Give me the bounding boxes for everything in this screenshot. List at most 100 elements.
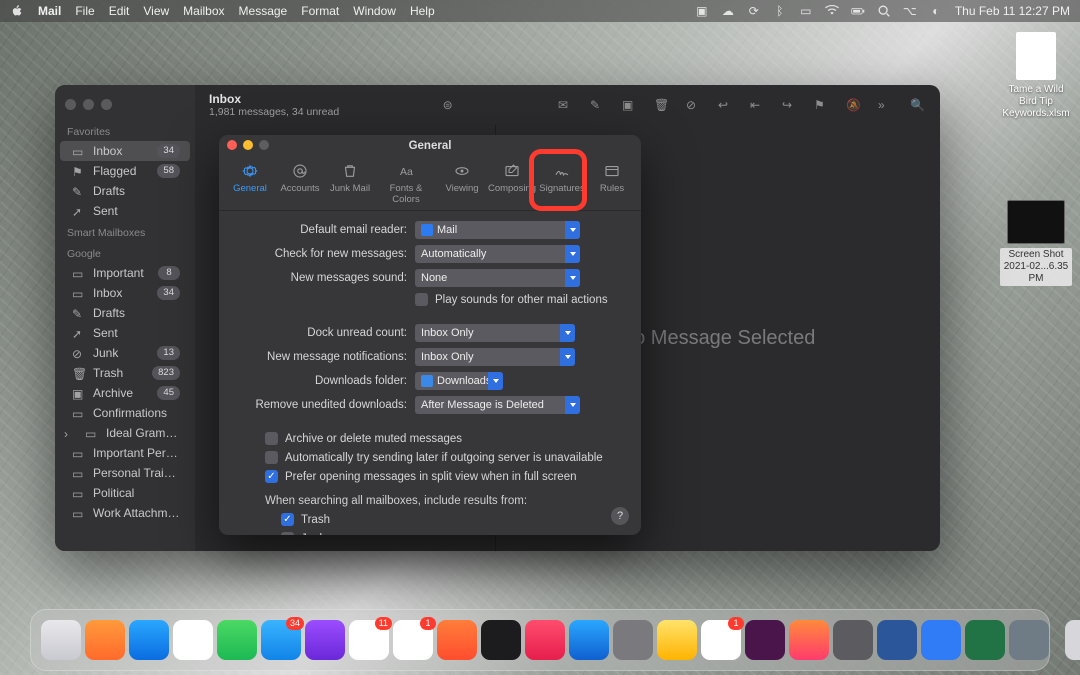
- app-name[interactable]: Mail: [38, 4, 61, 18]
- dock-messenger[interactable]: [701, 620, 741, 660]
- dock-word[interactable]: [877, 620, 917, 660]
- mute-icon[interactable]: 🔕: [846, 98, 862, 112]
- sidebar-item-archive[interactable]: ▣Archive45: [60, 383, 190, 403]
- cloud-icon[interactable]: ☁: [721, 4, 735, 18]
- menu-message[interactable]: Message: [239, 4, 288, 18]
- dock-chrome[interactable]: [173, 620, 213, 660]
- tab-composing[interactable]: Composing: [487, 159, 537, 210]
- filter-icon[interactable]: ⊜: [443, 98, 469, 112]
- window-controls[interactable]: [55, 93, 195, 120]
- menu-window[interactable]: Window: [353, 4, 396, 18]
- archive-icon[interactable]: ▣: [622, 98, 638, 112]
- select-new-sound[interactable]: None: [415, 269, 580, 287]
- menu-help[interactable]: Help: [410, 4, 435, 18]
- dock-music[interactable]: [525, 620, 565, 660]
- apple-menu-icon[interactable]: [10, 4, 24, 18]
- dock-finder[interactable]: [41, 620, 81, 660]
- dock-tv[interactable]: [481, 620, 521, 660]
- dock-appstore[interactable]: [569, 620, 609, 660]
- dock-downloads[interactable]: [1065, 620, 1080, 660]
- tab-junk-mail[interactable]: Junk Mail: [325, 159, 375, 210]
- sidebar-item-inbox-g[interactable]: ▭Inbox34: [60, 283, 190, 303]
- search-icon[interactable]: [877, 4, 891, 18]
- wifi-icon[interactable]: [825, 4, 839, 18]
- dock-reminders[interactable]: [393, 620, 433, 660]
- sidebar-item-drafts[interactable]: ✎Drafts: [60, 181, 190, 201]
- checkbox-search-trash[interactable]: Trash: [235, 513, 625, 526]
- tab-fonts-colors[interactable]: AaFonts & Colors: [375, 159, 437, 210]
- tab-signatures[interactable]: Signatures: [537, 159, 587, 210]
- sidebar-item-personal-training[interactable]: ▭Personal Training: [60, 463, 190, 483]
- menu-view[interactable]: View: [143, 4, 169, 18]
- dock-launchpad[interactable]: [85, 620, 125, 660]
- sidebar-item-drafts-g[interactable]: ✎Drafts: [60, 303, 190, 323]
- tab-accounts[interactable]: Accounts: [275, 159, 325, 210]
- select-default-reader[interactable]: Mail: [415, 221, 580, 239]
- checkbox-split-view[interactable]: Prefer opening messages in split view wh…: [235, 470, 625, 483]
- tab-viewing[interactable]: Viewing: [437, 159, 487, 210]
- video-icon[interactable]: ▣: [695, 4, 709, 18]
- sidebar-item-political[interactable]: ▭Political: [60, 483, 190, 503]
- select-remove-downloads[interactable]: After Message is Deleted: [415, 396, 580, 414]
- sidebar-item-important[interactable]: ▭Important8: [60, 263, 190, 283]
- help-button[interactable]: ?: [611, 507, 629, 525]
- display-icon[interactable]: ▭: [799, 4, 813, 18]
- compose-icon[interactable]: ✎: [590, 98, 606, 112]
- battery-icon[interactable]: [851, 4, 865, 18]
- bluetooth-icon[interactable]: ᛒ: [773, 4, 787, 18]
- prefs-titlebar[interactable]: General: [219, 135, 641, 157]
- sidebar-item-sent-g[interactable]: ➚Sent: [60, 323, 190, 343]
- sync-icon[interactable]: ⟳: [747, 4, 761, 18]
- desktop-file-xlsm[interactable]: Tame a Wild Bird Tip Keywords.xlsm: [1000, 32, 1072, 120]
- trash-icon[interactable]: 🗑: [654, 98, 670, 112]
- menu-format[interactable]: Format: [301, 4, 339, 18]
- checkbox-archive-muted[interactable]: Archive or delete muted messages: [235, 432, 625, 445]
- tab-general[interactable]: General: [225, 159, 275, 210]
- dock-excel[interactable]: [965, 620, 1005, 660]
- tab-rules[interactable]: Rules: [587, 159, 637, 210]
- sidebar-item-flagged[interactable]: ⚑Flagged58: [60, 161, 190, 181]
- sidebar-item-inbox[interactable]: ▭Inbox34: [60, 141, 190, 161]
- dock-books[interactable]: [437, 620, 477, 660]
- sidebar-item-trash[interactable]: 🗑Trash823: [60, 363, 190, 383]
- window-controls[interactable]: [227, 140, 269, 150]
- sidebar-item-ideal-grammar[interactable]: ›▭Ideal Grammar: [60, 423, 190, 443]
- siri-icon[interactable]: ◐: [929, 4, 943, 18]
- desktop-file-screenshot[interactable]: Screen Shot2021-02...6.35 PM: [1000, 200, 1072, 286]
- select-dock-count[interactable]: Inbox Only: [415, 324, 575, 342]
- select-notifications[interactable]: Inbox Only: [415, 348, 575, 366]
- sidebar-item-sent[interactable]: ➚Sent: [60, 201, 190, 221]
- checkbox-search-junk[interactable]: Junk: [235, 532, 625, 535]
- sidebar-item-confirmations[interactable]: ▭Confirmations: [60, 403, 190, 423]
- dock-zoom[interactable]: [921, 620, 961, 660]
- select-check-messages[interactable]: Automatically: [415, 245, 580, 263]
- sidebar-item-junk[interactable]: ⊘Junk13: [60, 343, 190, 363]
- dock-slack[interactable]: [745, 620, 785, 660]
- forward-icon[interactable]: ↪: [782, 98, 798, 112]
- menu-mailbox[interactable]: Mailbox: [183, 4, 224, 18]
- sidebar-item-work-attachments[interactable]: ▭Work Attachments: [60, 503, 190, 523]
- search-icon[interactable]: 🔍: [910, 98, 926, 112]
- envelope-icon[interactable]: ✉: [558, 98, 574, 112]
- reply-icon[interactable]: ↩: [718, 98, 734, 112]
- flag-icon[interactable]: ⚑: [814, 98, 830, 112]
- control-center-icon[interactable]: ⌥: [903, 4, 917, 18]
- menubar-clock[interactable]: Thu Feb 11 12:27 PM: [955, 4, 1070, 18]
- dock-settings[interactable]: [613, 620, 653, 660]
- dock-safari[interactable]: [129, 620, 169, 660]
- dock-calendar[interactable]: [349, 620, 389, 660]
- dock-app-orange[interactable]: [789, 620, 829, 660]
- dock-messages[interactable]: [217, 620, 257, 660]
- dock-quicktime[interactable]: [833, 620, 873, 660]
- checkbox-retry-send[interactable]: Automatically try sending later if outgo…: [235, 451, 625, 464]
- dock-mail[interactable]: [261, 620, 301, 660]
- menu-edit[interactable]: Edit: [109, 4, 130, 18]
- menu-file[interactable]: File: [75, 4, 94, 18]
- junk-icon[interactable]: ⊘: [686, 98, 702, 112]
- more-icon[interactable]: »: [878, 98, 894, 112]
- select-downloads[interactable]: Downloads: [415, 372, 503, 390]
- checkbox-play-sounds[interactable]: Play sounds for other mail actions: [235, 293, 625, 306]
- dock-preview[interactable]: [657, 620, 697, 660]
- reply-all-icon[interactable]: ⇤: [750, 98, 766, 112]
- dock-app-gray[interactable]: [1009, 620, 1049, 660]
